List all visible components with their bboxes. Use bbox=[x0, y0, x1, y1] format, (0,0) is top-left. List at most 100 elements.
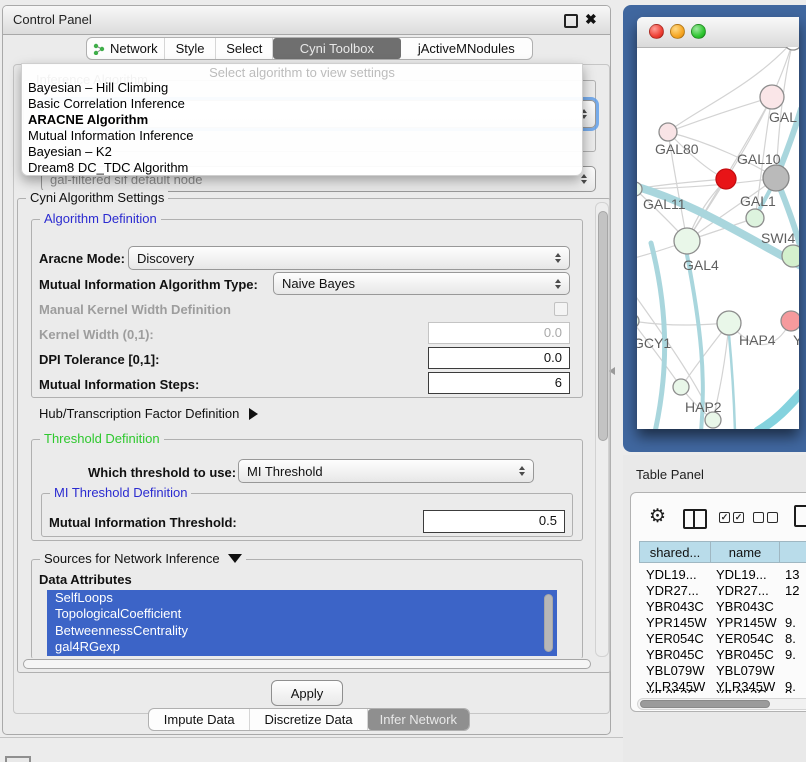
table-hscrollbar[interactable] bbox=[637, 698, 806, 710]
close-traffic-light-icon[interactable] bbox=[649, 24, 664, 39]
list-item[interactable]: BetweennessCentrality bbox=[47, 623, 557, 639]
dropdown-item[interactable]: Dream8 DC_TDC Algorithm bbox=[28, 160, 188, 175]
settings-vscrollbar-thumb[interactable] bbox=[598, 211, 608, 441]
table-cell[interactable]: YIL052C bbox=[646, 687, 697, 693]
zoom-traffic-light-icon[interactable] bbox=[691, 24, 706, 39]
node-label: SWI4 bbox=[761, 230, 795, 246]
column-header-name[interactable]: name bbox=[711, 541, 780, 563]
manual-kernel-width-checkbox[interactable] bbox=[554, 302, 568, 316]
table-cell[interactable]: YPR145W bbox=[646, 615, 707, 630]
table-cell[interactable]: YIL052C bbox=[716, 687, 767, 693]
table-cell[interactable]: YER054C bbox=[646, 631, 704, 646]
settings-hscrollbar-thumb[interactable] bbox=[23, 659, 591, 669]
dropdown-item[interactable]: Mutual Information Inference bbox=[28, 128, 193, 143]
table-cell[interactable]: YBL079W bbox=[646, 663, 705, 678]
list-item[interactable]: TopologicalCoefficient bbox=[47, 606, 557, 622]
graph-node-gal80[interactable] bbox=[659, 123, 677, 141]
mi-threshold-field[interactable]: 0.5 bbox=[423, 510, 565, 533]
table-cell[interactable]: 13 bbox=[785, 567, 799, 582]
table-cell[interactable]: 9. bbox=[785, 615, 796, 630]
hub-definition-toggle[interactable]: Hub/Transcription Factor Definition bbox=[39, 406, 258, 421]
table-cell[interactable]: 9. bbox=[785, 687, 796, 693]
graph-node-gcy1[interactable] bbox=[637, 314, 639, 328]
table-cell[interactable]: YPR145W bbox=[716, 615, 777, 630]
control-panel: Control Panel ✖ Network Style Select Cyn… bbox=[2, 5, 611, 735]
sources-title-label: Sources for Network Inference bbox=[44, 551, 220, 566]
control-panel-title: Control Panel bbox=[13, 12, 92, 27]
mi-algorithm-type-combobox[interactable]: Naive Bayes bbox=[273, 272, 570, 295]
dropdown-item[interactable]: Bayesian – Hill Climbing bbox=[28, 80, 168, 95]
list-vscrollbar-thumb[interactable] bbox=[544, 594, 553, 652]
tab-infer-network[interactable]: Infer Network bbox=[368, 709, 469, 730]
graph-node-gal10[interactable] bbox=[763, 165, 789, 191]
gear-icon[interactable]: ⚙ bbox=[649, 507, 666, 526]
column-header[interactable]: A bbox=[780, 541, 806, 563]
which-threshold-combobox[interactable]: MI Threshold bbox=[238, 459, 534, 483]
table-cell[interactable]: YDR27... bbox=[716, 583, 769, 598]
column-header-shared-name[interactable]: shared... bbox=[639, 541, 711, 563]
table-cell[interactable]: YBR045C bbox=[646, 647, 704, 662]
show-columns-icon[interactable]: ✓✓ bbox=[719, 512, 744, 523]
close-icon[interactable]: ✖ bbox=[585, 11, 597, 28]
tab-style[interactable]: Style bbox=[165, 38, 217, 59]
graph-node-gal1[interactable] bbox=[746, 209, 764, 227]
node-label: HAP4 bbox=[739, 332, 776, 348]
tab-select[interactable]: Select bbox=[216, 38, 273, 59]
node-label: GAL11 bbox=[643, 196, 686, 212]
mi-algorithm-type-value: Naive Bayes bbox=[282, 276, 355, 291]
table-cell[interactable]: YBR045C bbox=[716, 647, 774, 662]
tab-discretize-data[interactable]: Discretize Data bbox=[250, 709, 367, 730]
graph-node-swi4[interactable] bbox=[782, 245, 799, 267]
tab-cyni-toolbox[interactable]: Cyni Toolbox bbox=[273, 38, 400, 59]
sources-group-title[interactable]: Sources for Network Inference bbox=[40, 551, 246, 566]
split-columns-icon[interactable] bbox=[683, 509, 707, 529]
export-table-icon[interactable] bbox=[794, 505, 806, 527]
table-cell[interactable]: 8. bbox=[785, 631, 796, 646]
dropdown-item-selected[interactable]: ARACNE Algorithm bbox=[28, 112, 148, 127]
kernel-width-field[interactable]: 0.0 bbox=[428, 322, 570, 344]
network-window[interactable]: GAL GAL80 GAL10 GAL11 GAL1 SWI4 GAL4 GCY… bbox=[637, 17, 799, 429]
tab-jactivemnodules[interactable]: jActiveMNodules bbox=[401, 38, 532, 59]
tab-impute-data[interactable]: Impute Data bbox=[149, 709, 250, 730]
table-cell[interactable]: YBL079W bbox=[716, 663, 775, 678]
table-cell[interactable]: YBR043C bbox=[646, 599, 704, 614]
minimized-panel-button[interactable] bbox=[5, 756, 31, 762]
table-cell[interactable]: YDR27... bbox=[646, 583, 699, 598]
list-item[interactable]: SelfLoops bbox=[47, 590, 557, 606]
settings-hscrollbar[interactable] bbox=[21, 658, 595, 671]
graph-node-selected-red[interactable] bbox=[716, 169, 736, 189]
mi-steps-label: Mutual Information Steps: bbox=[39, 377, 199, 392]
minimize-traffic-light-icon[interactable] bbox=[670, 24, 685, 39]
which-threshold-value: MI Threshold bbox=[247, 464, 323, 479]
apply-button-label: Apply bbox=[291, 686, 324, 701]
bottom-divider bbox=[0, 737, 623, 738]
list-item[interactable]: gal4RGexp bbox=[47, 639, 557, 655]
mi-steps-field[interactable]: 6 bbox=[428, 372, 570, 394]
graph-node-gal4[interactable] bbox=[674, 228, 700, 254]
float-window-icon[interactable] bbox=[564, 14, 578, 28]
tab-network[interactable]: Network bbox=[87, 38, 165, 59]
table-hscrollbar-thumb[interactable] bbox=[640, 700, 770, 708]
dropdown-item[interactable]: Basic Correlation Inference bbox=[28, 96, 185, 111]
settings-vscrollbar[interactable] bbox=[595, 202, 609, 657]
table-cell[interactable]: 12 bbox=[785, 583, 799, 598]
graph-node-gal[interactable] bbox=[760, 85, 784, 109]
hide-columns-icon[interactable] bbox=[753, 512, 778, 523]
dropdown-item[interactable]: Bayesian – K2 bbox=[28, 144, 112, 159]
table-cell[interactable]: YBR043C bbox=[716, 599, 774, 614]
table-cell[interactable]: YER054C bbox=[716, 631, 774, 646]
graph-node-hap4[interactable] bbox=[717, 311, 741, 335]
aracne-mode-combobox[interactable]: Discovery bbox=[128, 246, 570, 270]
control-panel-tabstrip: Network Style Select Cyni Toolbox jActiv… bbox=[86, 37, 533, 60]
graph-node-hap2[interactable] bbox=[673, 379, 689, 395]
table-cell[interactable]: YDL19... bbox=[716, 567, 767, 582]
table-cell[interactable]: YDL19... bbox=[646, 567, 697, 582]
network-canvas[interactable]: GAL GAL80 GAL10 GAL11 GAL1 SWI4 GAL4 GCY… bbox=[637, 47, 799, 429]
graph-node-y[interactable] bbox=[781, 311, 799, 331]
node-label: GAL4 bbox=[683, 257, 719, 273]
dropdown-placeholder: Select algorithm to view settings bbox=[22, 65, 582, 80]
dpi-tolerance-field[interactable]: 0.0 bbox=[428, 347, 570, 369]
apply-button[interactable]: Apply bbox=[271, 680, 343, 706]
network-window-titlebar[interactable] bbox=[637, 17, 799, 48]
table-cell[interactable]: 9. bbox=[785, 647, 796, 662]
